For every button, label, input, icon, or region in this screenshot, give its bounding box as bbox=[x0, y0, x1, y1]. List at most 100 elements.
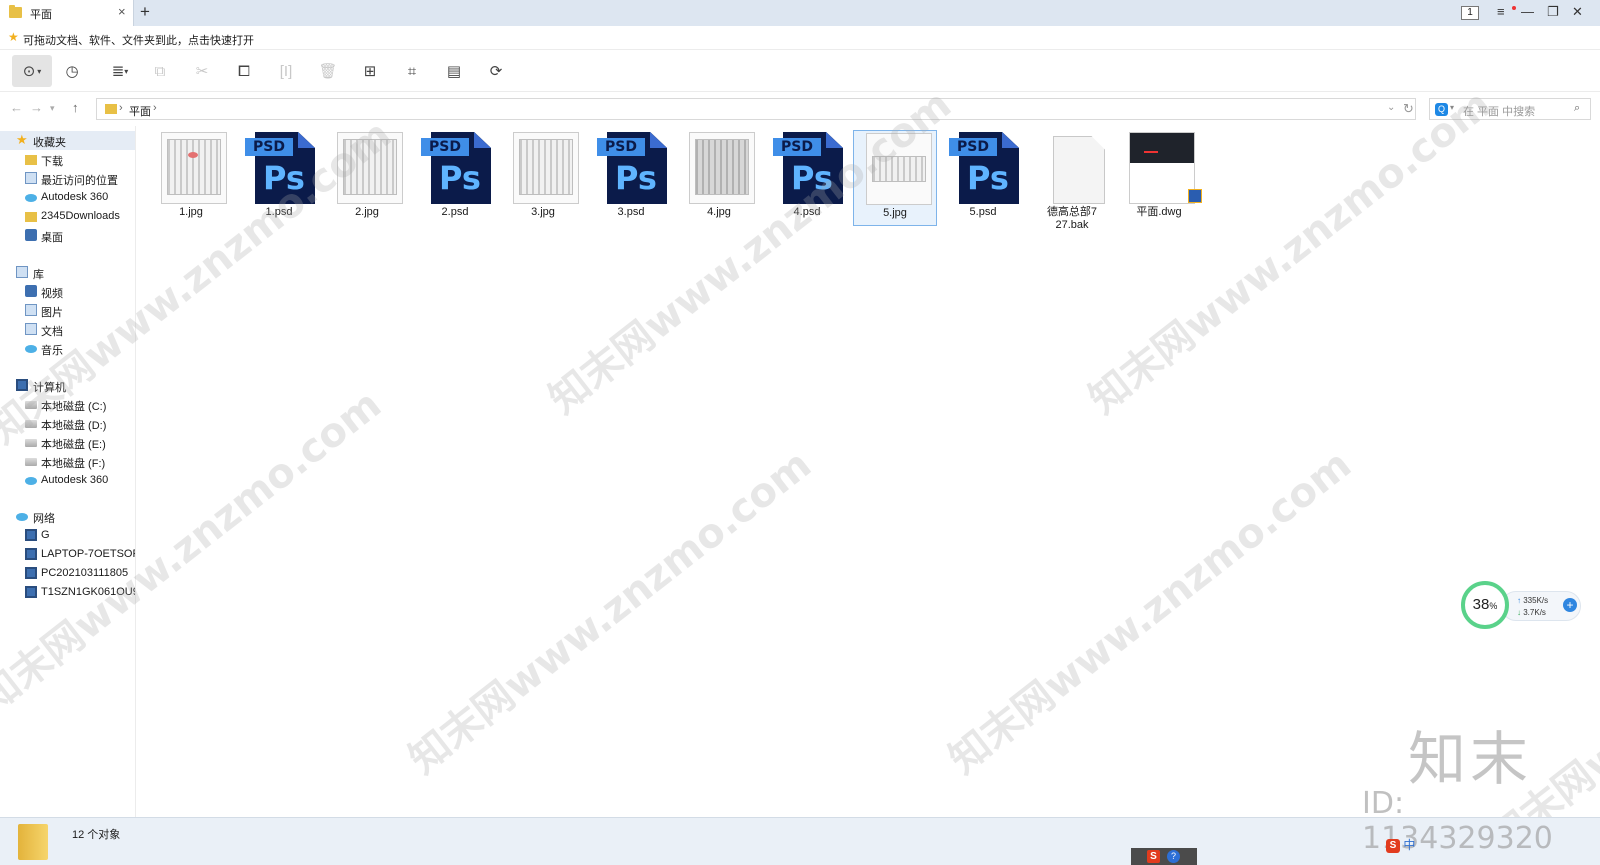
image-thumbnail bbox=[866, 133, 932, 205]
refresh-icon[interactable]: ↻ bbox=[1403, 101, 1414, 117]
file-item[interactable]: 德高总部727.bak bbox=[1029, 130, 1117, 231]
new-tab-button[interactable]: + bbox=[140, 2, 150, 22]
input-method-bar[interactable]: S 中 bbox=[1386, 836, 1415, 853]
folder-icon bbox=[25, 155, 37, 165]
file-item[interactable]: PSD Ps 5.psd bbox=[941, 130, 1025, 226]
chevron-down-icon[interactable]: ▾ bbox=[1450, 103, 1454, 112]
search-box[interactable]: Q ▾ 在 平面 中搜索 ⌕ bbox=[1429, 98, 1591, 120]
sidebar-item-2345downloads[interactable]: 2345Downloads bbox=[0, 207, 135, 226]
file-item[interactable]: PSD Ps 2.psd bbox=[413, 130, 497, 226]
sidebar-group-library[interactable]: 库 bbox=[0, 263, 135, 282]
drive-icon bbox=[25, 420, 37, 428]
file-item[interactable]: 2.jpg bbox=[325, 130, 409, 226]
cad-file-thumbnail bbox=[1129, 132, 1202, 204]
sidebar-item-network-g[interactable]: G bbox=[0, 526, 135, 545]
rename-button[interactable]: [I] bbox=[270, 55, 302, 87]
photoshop-file-icon: PSD Ps bbox=[949, 132, 1019, 204]
file-name: 1.psd bbox=[265, 206, 293, 218]
picture-icon bbox=[25, 304, 37, 316]
speed-expand-button[interactable]: + bbox=[1563, 598, 1577, 612]
help-icon[interactable]: ? bbox=[1167, 850, 1180, 863]
sogou-icon[interactable]: S bbox=[1386, 838, 1400, 853]
search-engine-icon[interactable]: Q bbox=[1435, 103, 1448, 116]
copy-button[interactable]: ⧉ bbox=[144, 55, 176, 87]
sidebar-item-drive-f[interactable]: 本地磁盘 (F:) bbox=[0, 452, 135, 471]
computer-icon bbox=[25, 567, 37, 579]
recent-dropdown[interactable]: ▾ bbox=[50, 103, 55, 114]
tab-current[interactable]: 平面 × bbox=[0, 0, 134, 26]
file-item[interactable]: PSD Ps 4.psd bbox=[765, 130, 849, 226]
sidebar-item-desktop[interactable]: 桌面 bbox=[0, 226, 135, 245]
breadcrumb-separator[interactable]: › bbox=[153, 102, 157, 114]
chevron-down-icon[interactable]: ⌄ bbox=[1387, 102, 1395, 113]
sidebar-item-pictures[interactable]: 图片 bbox=[0, 301, 135, 320]
sogou-icon[interactable]: S bbox=[1147, 850, 1160, 863]
sidebar-item-documents[interactable]: 文档 bbox=[0, 320, 135, 339]
address-bar[interactable]: › 平面 › ⌄ ↻ bbox=[96, 98, 1416, 120]
desktop-icon bbox=[25, 229, 37, 241]
sidebar-group-network[interactable]: 网络 bbox=[0, 507, 135, 526]
window-counter[interactable]: 1 bbox=[1461, 6, 1479, 20]
layout-button[interactable]: ≣ ▾ bbox=[104, 55, 136, 87]
file-view[interactable]: 1.jpg PSD Ps 1.psd 2.jpg PSD Ps 2.psd 3.jp… bbox=[137, 126, 1600, 817]
folder-icon bbox=[9, 5, 22, 18]
favorites-hint-bar: ★ 可拖动文档、软件、文件夹到此，点击快速打开 bbox=[0, 26, 1600, 50]
ime-language[interactable]: 中 bbox=[1403, 838, 1415, 852]
sidebar-label: Autodesk 360 bbox=[41, 191, 109, 203]
delete-icon[interactable]: 🗑 bbox=[312, 55, 344, 87]
network-icon bbox=[16, 513, 28, 521]
network-speed-widget[interactable]: 38% ↑ 335K/s ↓ 3.7K/s + bbox=[1461, 581, 1583, 629]
sidebar-item-network-pc[interactable]: PC202103111805 bbox=[0, 564, 135, 583]
sidebar-group-favorites[interactable]: ★ 收藏夹 bbox=[0, 131, 135, 150]
new-folder-button[interactable]: ⊞ bbox=[354, 55, 386, 87]
sidebar-item-autodesk-360[interactable]: Autodesk 360 bbox=[0, 471, 135, 490]
sidebar-item-music[interactable]: 音乐 bbox=[0, 339, 135, 358]
sidebar-item-videos[interactable]: 视频 bbox=[0, 282, 135, 301]
cut-icon[interactable]: ✂ bbox=[186, 55, 218, 87]
up-button[interactable]: ↑ bbox=[72, 100, 79, 115]
file-item[interactable]: 1.jpg bbox=[149, 130, 233, 226]
minimize-button[interactable]: — bbox=[1521, 3, 1534, 21]
paste-button[interactable]: ⧠ bbox=[228, 55, 260, 87]
memory-usage-ring[interactable]: 38% bbox=[1461, 581, 1509, 629]
refresh-icon[interactable]: ⟳ bbox=[480, 55, 512, 87]
history-button[interactable]: ◷ bbox=[56, 55, 88, 87]
sidebar-item-drive-e[interactable]: 本地磁盘 (E:) bbox=[0, 433, 135, 452]
breadcrumb-current[interactable]: 平面 bbox=[129, 103, 151, 119]
usage-value: 38 bbox=[1472, 596, 1490, 613]
sidebar-item-network-laptop[interactable]: LAPTOP-7OETSOF9 bbox=[0, 545, 135, 564]
sidebar-item-network-t1szn[interactable]: T1SZN1GK061OU9\ bbox=[0, 583, 135, 602]
sidebar-item-drive-d[interactable]: 本地磁盘 (D:) bbox=[0, 414, 135, 433]
sidebar-label: 本地磁盘 (C:) bbox=[41, 401, 107, 413]
file-item[interactable]: 4.jpg bbox=[677, 130, 761, 226]
sidebar-item-autodesk[interactable]: Autodesk 360 bbox=[0, 188, 135, 207]
menu-icon[interactable]: ≡ bbox=[1497, 3, 1505, 21]
file-name: 德高总部727.bak bbox=[1046, 206, 1098, 231]
forward-button[interactable]: → bbox=[30, 100, 43, 115]
sidebar-label: 计算机 bbox=[33, 382, 66, 394]
file-name: 2.jpg bbox=[355, 206, 379, 218]
sidebar-item-recent[interactable]: 最近访问的位置 bbox=[0, 169, 135, 188]
maximize-button[interactable]: ❐ bbox=[1547, 3, 1559, 21]
back-button[interactable]: ← bbox=[10, 100, 23, 115]
properties-button[interactable]: ▤ bbox=[438, 55, 470, 87]
crop-icon[interactable]: ⌗ bbox=[396, 55, 428, 87]
file-item[interactable]: 3.jpg bbox=[501, 130, 585, 226]
tab-close-button[interactable]: × bbox=[118, 5, 126, 19]
file-name: 3.psd bbox=[617, 206, 645, 218]
close-button[interactable]: ✕ bbox=[1572, 3, 1583, 21]
file-item[interactable]: PSD Ps 3.psd bbox=[589, 130, 673, 226]
file-item[interactable]: PSD Ps 1.psd bbox=[237, 130, 321, 226]
file-name: 3.jpg bbox=[531, 206, 555, 218]
file-item[interactable]: 平面.dwg bbox=[1117, 130, 1202, 226]
photoshop-file-icon: PSD Ps bbox=[597, 132, 667, 204]
sidebar-item-drive-c[interactable]: 本地磁盘 (C:) bbox=[0, 395, 135, 414]
sidebar-group-computer[interactable]: 计算机 bbox=[0, 376, 135, 395]
search-icon[interactable]: ⌕ bbox=[1574, 102, 1580, 115]
folder-icon bbox=[105, 104, 117, 114]
file-item-selected[interactable]: 5.jpg bbox=[853, 130, 937, 226]
view-mode-button[interactable]: ⊙ ▾ bbox=[12, 55, 52, 87]
search-input[interactable]: 在 平面 中搜索 bbox=[1463, 103, 1535, 119]
music-icon bbox=[25, 345, 37, 353]
sidebar-item-downloads[interactable]: 下载 bbox=[0, 150, 135, 169]
